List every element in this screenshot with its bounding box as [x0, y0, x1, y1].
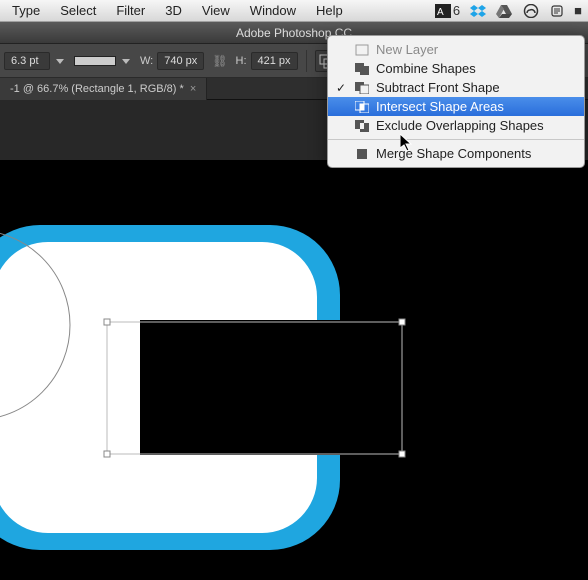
width-value[interactable]: 740 px — [157, 52, 204, 70]
path-operations-menu: New Layer Combine Shapes ✓ Subtract Fron… — [327, 35, 585, 168]
selection-handle-bl[interactable] — [104, 451, 110, 457]
menu-item-label: Exclude Overlapping Shapes — [376, 118, 544, 133]
height-value[interactable]: 421 px — [251, 52, 298, 70]
document-tab-close-icon[interactable]: × — [190, 83, 196, 95]
document-tab-label: -1 @ 66.7% (Rectangle 1, RGB/8) * — [10, 83, 184, 95]
mac-menubar-menus: Type Select Filter 3D View Window Help — [0, 1, 353, 20]
svg-text:A: A — [437, 7, 444, 18]
subtract-shape-icon — [354, 81, 370, 95]
menu-item-label: Subtract Front Shape — [376, 80, 500, 95]
menu-item-label: Combine Shapes — [376, 61, 476, 76]
stroke-style-preview — [74, 56, 116, 66]
mac-menubar-right: A 6 ■ — [435, 3, 588, 18]
adobe-a6-icon[interactable]: A 6 — [435, 3, 460, 18]
menu-item-label: Intersect Shape Areas — [376, 99, 504, 114]
rounded-rect-shape — [0, 225, 340, 550]
intersect-shape-icon — [354, 100, 370, 114]
canvas-area[interactable] — [0, 160, 588, 563]
menu-extra-icon[interactable]: ■ — [574, 3, 582, 18]
selection-handle-tr[interactable] — [399, 319, 405, 325]
canvas-svg — [0, 160, 588, 580]
menu-item-intersect-shape-areas[interactable]: Intersect Shape Areas — [328, 97, 584, 116]
height-label: H: — [236, 55, 247, 67]
menu-help[interactable]: Help — [306, 1, 353, 20]
stroke-style-dropdown-icon[interactable] — [120, 55, 132, 67]
combine-shapes-icon — [354, 62, 370, 76]
stroke-width-dropdown-icon[interactable] — [54, 55, 66, 67]
google-drive-icon[interactable] — [496, 4, 512, 18]
exclude-shape-icon — [354, 119, 370, 133]
stroke-width-value[interactable]: 6.3 pt — [4, 52, 50, 70]
menu-item-exclude-overlapping[interactable]: Exclude Overlapping Shapes — [328, 116, 584, 135]
menu-separator — [328, 139, 584, 140]
menu-check-icon: ✓ — [334, 81, 348, 95]
dropbox-icon[interactable] — [470, 4, 486, 18]
menu-type[interactable]: Type — [2, 1, 50, 20]
stroke-width-field[interactable]: 6.3 pt — [4, 52, 66, 70]
width-field: W: 740 px — [140, 52, 204, 70]
options-separator — [306, 50, 307, 72]
selection-handle-br[interactable] — [399, 451, 405, 457]
stroke-style-field[interactable] — [74, 55, 132, 67]
menu-item-subtract-front-shape[interactable]: ✓ Subtract Front Shape — [328, 78, 584, 97]
menu-3d[interactable]: 3D — [155, 1, 192, 20]
mouse-cursor-icon — [400, 134, 414, 157]
creative-cloud-icon[interactable] — [522, 4, 540, 18]
menu-window[interactable]: Window — [240, 1, 306, 20]
menu-item-combine-shapes[interactable]: Combine Shapes — [328, 59, 584, 78]
selection-bounding-box[interactable] — [104, 319, 405, 457]
document-tab[interactable]: -1 @ 66.7% (Rectangle 1, RGB/8) * × — [0, 78, 207, 100]
menu-item-label: New Layer — [376, 42, 438, 57]
menu-filter[interactable]: Filter — [106, 1, 155, 20]
width-label: W: — [140, 55, 153, 67]
height-field: H: 421 px — [236, 52, 298, 70]
menu-item-new-layer[interactable]: New Layer — [328, 40, 584, 59]
link-wh-icon[interactable]: ⛓ — [212, 54, 227, 68]
menu-select[interactable]: Select — [50, 1, 106, 20]
mac-menubar: Type Select Filter 3D View Window Help A… — [0, 0, 588, 22]
notification-icon[interactable] — [550, 4, 564, 18]
menu-item-merge-shape-components[interactable]: Merge Shape Components — [328, 144, 584, 163]
menu-view[interactable]: View — [192, 1, 240, 20]
selection-handle-tl[interactable] — [104, 319, 110, 325]
merge-shape-icon — [354, 147, 370, 161]
new-layer-icon — [354, 43, 370, 57]
adobe-a6-label: 6 — [453, 3, 460, 18]
